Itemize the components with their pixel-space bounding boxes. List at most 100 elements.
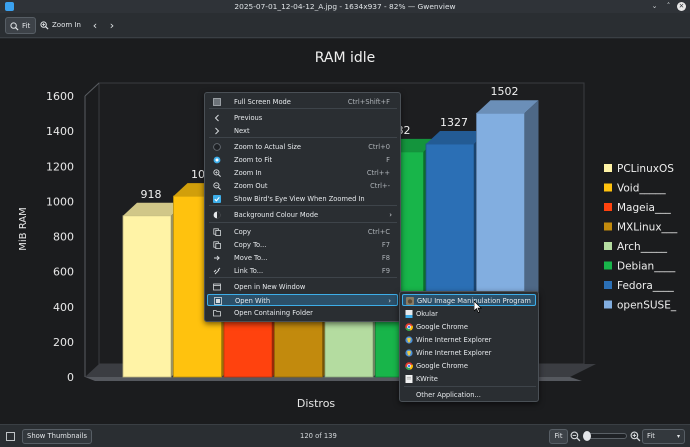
window-title: 2025-07-01_12-04-12_A.jpg - 1634x937 - 8…	[234, 2, 456, 11]
zoom-slider[interactable]	[583, 431, 627, 441]
chrome-icon	[405, 362, 413, 370]
zoom-in-icon	[213, 169, 221, 177]
color-mode-icon	[213, 211, 221, 219]
open-with-kwrite[interactable]: KWrite	[402, 373, 536, 385]
move-to-icon	[214, 255, 220, 261]
submenu-arrow-icon: ›	[388, 297, 391, 305]
menu-item-label: Open in New Window	[234, 283, 306, 291]
go-forward-button[interactable]: ›	[105, 17, 119, 34]
minimize-button[interactable]: ⌄	[650, 2, 659, 11]
open-with-gnu-image-manipulation-program[interactable]: GNU Image Manipulation Program	[402, 294, 536, 306]
main-toolbar: Fit Zoom In ‹ ›	[0, 13, 690, 38]
open-with-wine-internet-explorer[interactable]: Wine Internet Explorer	[402, 334, 536, 346]
zoom-in-button[interactable]: Zoom In	[36, 17, 86, 34]
legend-swatch	[604, 183, 612, 192]
legend-swatch	[604, 222, 612, 231]
open-with-google-chrome[interactable]: Google Chrome	[402, 321, 536, 333]
chrome-icon	[405, 323, 413, 331]
fit-button-label: Fit	[22, 22, 31, 30]
chevron-right-icon	[215, 127, 220, 135]
open-with-okular[interactable]: Okular	[402, 308, 536, 320]
menu-item-copy[interactable]: Copy Ctrl+C	[207, 226, 398, 238]
y-tick-label: 1200	[46, 160, 74, 173]
checkbox-checked-icon	[213, 195, 221, 203]
x-axis-label: Distros	[297, 397, 336, 410]
menu-item-shortcut: Ctrl+-	[370, 182, 390, 190]
y-tick-label: 600	[53, 266, 74, 279]
menu-item-label: Copy To...	[234, 241, 267, 249]
okular-icon	[405, 310, 413, 318]
menu-item-show-bird-s-eye-view-when-zoomed-in[interactable]: Show Bird's Eye View When Zoomed In	[207, 193, 398, 205]
y-axis-label: MiB RAM	[18, 207, 29, 250]
gwenview-window: 2025-07-01_12-04-12_A.jpg - 1634x937 - 8…	[0, 0, 690, 447]
show-thumbnails-button[interactable]: Show Thumbnails	[22, 429, 92, 444]
image-context-menu: Full Screen Mode Ctrl+Shift+F Previous Next…	[204, 92, 401, 322]
menu-separator	[209, 222, 397, 223]
open-with-submenu: GNU Image Manipulation Program Okular Goog…	[399, 291, 539, 402]
menu-separator	[209, 205, 397, 206]
legend-swatch	[604, 261, 612, 270]
menu-item-zoom-to-fit[interactable]: Zoom to Fit F	[207, 154, 398, 166]
status-fit-button[interactable]: Fit	[549, 429, 568, 444]
menu-item-label: Zoom to Actual Size	[234, 143, 302, 151]
menu-item-zoom-to-actual-size[interactable]: Zoom to Actual Size Ctrl+0	[207, 141, 398, 153]
menu-item-copy-to[interactable]: Copy To... F7	[207, 239, 398, 251]
legend-label: Debian____	[617, 261, 676, 273]
close-button[interactable]: ✕	[677, 2, 686, 11]
menu-item-next[interactable]: Next	[207, 125, 398, 137]
legend-label: Void_____	[617, 183, 666, 195]
sidebar-toggle-icon[interactable]	[6, 432, 15, 441]
menu-item-shortcut: F7	[381, 241, 390, 249]
zoom-in-icon	[40, 21, 49, 30]
radio-off-icon	[213, 143, 221, 151]
y-tick-label: 200	[53, 336, 74, 349]
menu-item-background-colour-mode[interactable]: Background Colour Mode ›	[207, 209, 398, 221]
chevron-down-icon: ▾	[676, 433, 680, 440]
y-tick-label: 0	[67, 371, 74, 384]
image-position-text: 120 of 139	[300, 432, 337, 440]
menu-item-open-in-new-window[interactable]: Open in New Window	[207, 281, 398, 293]
open-with-google-chrome[interactable]: Google Chrome	[402, 360, 536, 372]
gwenview-app-icon[interactable]	[5, 2, 14, 11]
bar-front	[122, 215, 172, 378]
menu-item-move-to[interactable]: Move To... F8	[207, 252, 398, 264]
open-with-wine-internet-explorer[interactable]: Wine Internet Explorer	[402, 347, 536, 359]
link-icon	[213, 267, 221, 275]
y-tick-label: 1400	[46, 125, 74, 138]
fit-button[interactable]: Fit	[5, 17, 37, 34]
menu-item-label: Zoom In	[234, 169, 262, 177]
zoom-mode-select[interactable]: Fit ▾	[642, 429, 685, 444]
menu-item-zoom-out[interactable]: Zoom Out Ctrl+-	[207, 180, 398, 192]
open-with-item-label: KWrite	[416, 375, 438, 383]
zoom-out-icon[interactable]	[570, 431, 581, 442]
menu-separator	[209, 108, 397, 109]
legend-label: Mageia___	[617, 202, 671, 214]
go-back-button[interactable]: ‹	[88, 17, 102, 34]
legend-label: PCLinuxOS	[617, 163, 674, 175]
legend-swatch	[604, 242, 612, 250]
menu-item-label: Zoom Out	[234, 182, 268, 190]
maximize-button[interactable]: ˄	[664, 2, 673, 11]
wine-icon	[405, 349, 413, 357]
menu-item-label: Link To...	[234, 267, 264, 275]
legend-label: MXLinux___	[617, 222, 678, 234]
status-bar: Show Thumbnails 120 of 139 Fit Fit ▾	[0, 424, 690, 447]
menu-item-shortcut: Ctrl+0	[368, 143, 390, 151]
submenu-arrow-icon: ›	[389, 211, 392, 219]
legend-label: openSUSE_	[617, 300, 677, 312]
legend-label: Fedora____	[617, 280, 675, 292]
new-window-icon	[213, 283, 221, 291]
menu-item-previous[interactable]: Previous	[207, 112, 398, 124]
menu-item-link-to[interactable]: Link To... F9	[207, 265, 398, 277]
data-label: 918	[141, 188, 162, 201]
menu-item-open-containing-folder[interactable]: Open Containing Folder	[207, 307, 398, 319]
kwrite-icon	[405, 375, 413, 383]
open-with-other-application[interactable]: Other Application...	[402, 389, 536, 401]
zoom-slider-handle[interactable]	[583, 431, 591, 441]
menu-item-full-screen-mode[interactable]: Full Screen Mode Ctrl+Shift+F	[207, 96, 398, 108]
y-tick-label: 400	[53, 301, 74, 314]
zoom-in-icon[interactable]	[630, 431, 641, 442]
menu-item-shortcut: F8	[381, 254, 390, 262]
menu-item-zoom-in[interactable]: Zoom In Ctrl++	[207, 167, 398, 179]
menu-item-open-with[interactable]: Open With ›	[207, 294, 398, 306]
